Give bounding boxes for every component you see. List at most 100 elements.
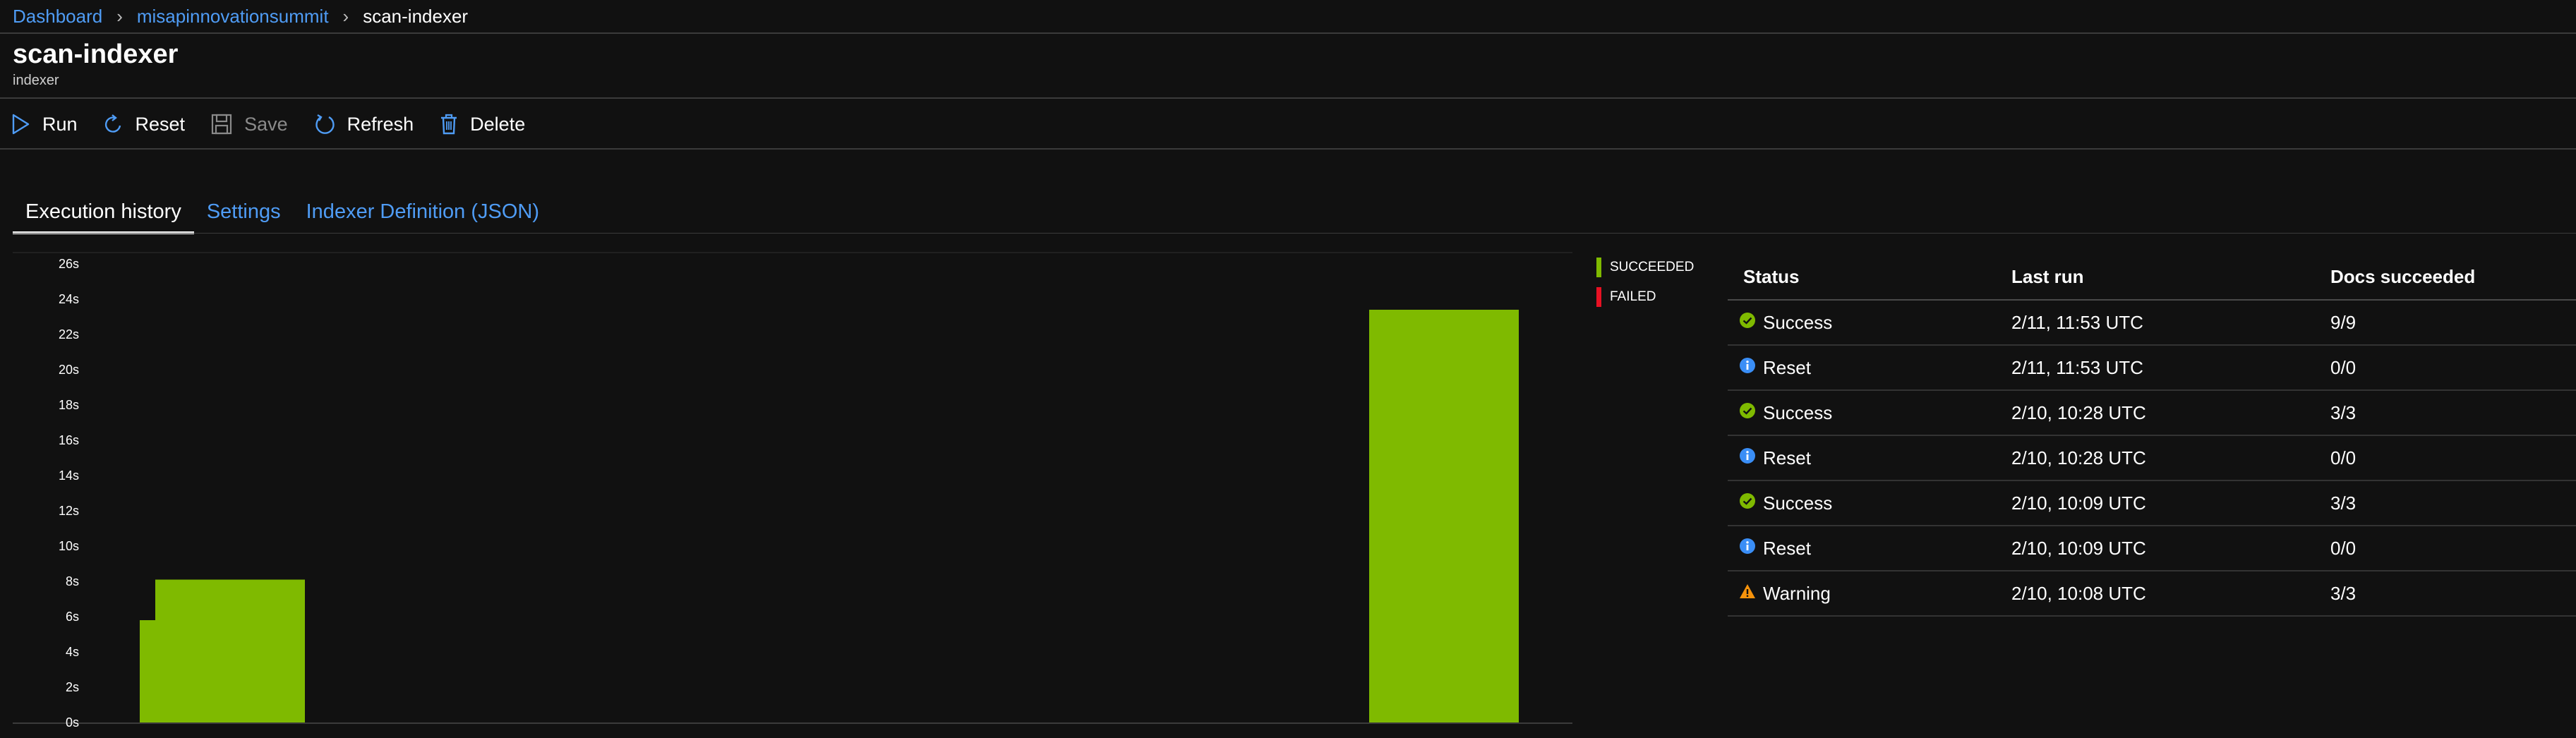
legend-label-failed: FAILED <box>1610 289 1656 304</box>
table-row[interactable]: Reset 2/10, 10:09 UTC 0/0 <box>1728 526 2576 571</box>
y-tick-label: 2s <box>66 680 79 694</box>
tab-settings[interactable]: Settings <box>194 198 294 234</box>
delete-label: Delete <box>470 113 526 135</box>
legend-failed: FAILED <box>1596 282 1694 312</box>
status-text: Success <box>1763 492 1833 514</box>
status-text: Success <box>1763 311 1833 333</box>
bar-succeeded[interactable] <box>155 579 305 723</box>
bar-succeeded[interactable] <box>1369 310 1519 722</box>
refresh-button[interactable]: Refresh <box>313 113 414 135</box>
play-icon <box>10 113 31 135</box>
save-label: Save <box>244 113 288 135</box>
legend-swatch-succeeded <box>1596 258 1601 277</box>
chart-legend: SUCCEEDED FAILED <box>1596 253 1694 312</box>
y-tick-label: 22s <box>59 327 79 341</box>
y-tick-label: 10s <box>59 539 79 553</box>
column-header-docs-succeeded[interactable]: Docs succeeded <box>2330 266 2576 288</box>
status-text: Warning <box>1763 582 1831 604</box>
table-body: Success 2/11, 11:53 UTC 9/9 Reset 2/11, 11:5… <box>1728 301 2576 617</box>
docs-succeeded-cell: 3/3 <box>2330 492 2357 514</box>
chevron-right-icon: › <box>342 5 349 27</box>
info-icon <box>1739 357 1756 379</box>
last-run-cell: 2/10, 10:28 UTC <box>2011 401 2146 423</box>
last-run-cell: 2/10, 10:09 UTC <box>2011 492 2146 514</box>
success-check-icon <box>1739 402 1756 424</box>
status-cell: Success <box>1728 402 2011 424</box>
divider <box>0 148 2576 150</box>
breadcrumb-service[interactable]: misapinnovationsummit <box>137 6 329 28</box>
success-check-icon <box>1739 312 1756 334</box>
refresh-label: Refresh <box>347 113 414 135</box>
legend-succeeded: SUCCEEDED <box>1596 253 1694 282</box>
y-tick-label: 18s <box>59 398 79 412</box>
info-icon <box>1739 447 1756 469</box>
run-button[interactable]: Run <box>10 113 78 135</box>
page-subtitle: indexer <box>13 73 59 88</box>
y-tick-label: 14s <box>59 468 79 483</box>
run-label: Run <box>42 113 78 135</box>
table-row[interactable]: Success 2/10, 10:09 UTC 3/3 <box>1728 481 2576 526</box>
status-text: Reset <box>1763 356 1811 378</box>
last-run-cell: 2/11, 11:53 UTC <box>2011 356 2143 378</box>
column-header-last-run[interactable]: Last run <box>2011 266 2330 288</box>
docs-succeeded-cell: 9/9 <box>2330 311 2357 333</box>
execution-history-chart: 0s 2s 4s 6s 8s 10s 12s 14s 16s 18s 20s 22s 24s 26s <box>0 247 1722 738</box>
page-title: scan-indexer <box>13 40 179 69</box>
docs-succeeded-cell: 3/3 <box>2330 401 2357 423</box>
status-text: Reset <box>1763 537 1811 559</box>
breadcrumb-dashboard[interactable]: Dashboard <box>13 6 102 28</box>
y-tick-label: 6s <box>66 610 79 624</box>
delete-button[interactable]: Delete <box>439 113 525 135</box>
save-button[interactable]: Save <box>210 113 288 135</box>
y-tick-label: 24s <box>59 292 79 306</box>
trash-icon <box>439 113 459 135</box>
reset-button[interactable]: Reset <box>103 113 186 135</box>
breadcrumb: Dashboard › misapinnovationsummit › scan… <box>13 0 468 32</box>
docs-succeeded-cell: 0/0 <box>2330 447 2357 468</box>
status-cell: Success <box>1728 492 2011 514</box>
status-text: Reset <box>1763 447 1811 468</box>
table-row[interactable]: Success 2/11, 11:53 UTC 9/9 <box>1728 301 2576 346</box>
info-icon <box>1739 538 1756 559</box>
divider <box>0 97 2576 99</box>
divider <box>0 32 2576 34</box>
status-cell: Reset <box>1728 357 2011 379</box>
status-cell: Warning <box>1728 583 2011 605</box>
docs-succeeded-cell: 0/0 <box>2330 356 2357 378</box>
column-header-status[interactable]: Status <box>1728 266 2011 288</box>
docs-succeeded-cell: 0/0 <box>2330 537 2357 559</box>
status-cell: Reset <box>1728 447 2011 469</box>
last-run-cell: 2/10, 10:28 UTC <box>2011 447 2146 468</box>
command-bar: Run Reset Save Refresh Delete <box>10 104 550 144</box>
y-tick-label: 20s <box>59 363 79 377</box>
reset-icon <box>103 113 124 135</box>
docs-succeeded-cell: 3/3 <box>2330 582 2357 604</box>
tabs-divider <box>13 233 2576 234</box>
y-tick-label: 4s <box>66 645 79 659</box>
y-tick-label: 16s <box>59 433 79 447</box>
table-row[interactable]: Reset 2/10, 10:28 UTC 0/0 <box>1728 436 2576 481</box>
tab-indexer-definition[interactable]: Indexer Definition (JSON) <box>294 198 552 234</box>
save-icon <box>210 113 233 135</box>
last-run-cell: 2/11, 11:53 UTC <box>2011 311 2143 333</box>
tab-bar: Execution history Settings Indexer Defin… <box>13 198 552 234</box>
table-row[interactable]: Warning 2/10, 10:08 UTC 3/3 <box>1728 571 2576 617</box>
y-tick-label: 8s <box>66 574 79 588</box>
y-tick-label: 26s <box>59 257 79 271</box>
table-row[interactable]: Reset 2/11, 11:53 UTC 0/0 <box>1728 346 2576 391</box>
legend-label-succeeded: SUCCEEDED <box>1610 260 1695 274</box>
reset-label: Reset <box>135 113 186 135</box>
status-cell: Reset <box>1728 538 2011 559</box>
legend-swatch-failed <box>1596 287 1601 307</box>
success-check-icon <box>1739 492 1756 514</box>
bar-succeeded[interactable] <box>140 620 157 722</box>
chevron-right-icon: › <box>116 5 123 27</box>
breadcrumb-current: scan-indexer <box>363 5 469 27</box>
y-tick-label: 12s <box>59 504 79 518</box>
status-text: Success <box>1763 401 1833 423</box>
table-row[interactable]: Success 2/10, 10:28 UTC 3/3 <box>1728 391 2576 436</box>
tab-execution-history[interactable]: Execution history <box>13 198 194 234</box>
refresh-icon <box>313 113 336 135</box>
y-tick-label: 0s <box>66 715 79 730</box>
last-run-cell: 2/10, 10:09 UTC <box>2011 537 2146 559</box>
